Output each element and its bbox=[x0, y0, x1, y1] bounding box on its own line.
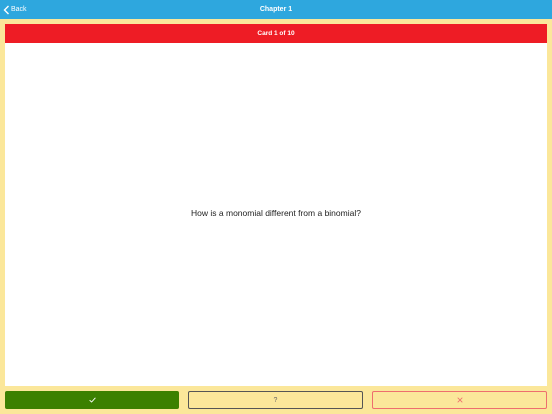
card-header: Card 1 of 10 bbox=[5, 24, 547, 43]
x-icon bbox=[456, 397, 463, 403]
nav-title: Chapter 1 bbox=[259, 6, 293, 13]
back-label: Back bbox=[11, 6, 27, 13]
unsure-label: ? bbox=[273, 396, 278, 404]
back-button[interactable]: Back bbox=[3, 0, 27, 19]
chevron-left-icon bbox=[3, 5, 9, 14]
wrong-button[interactable] bbox=[372, 391, 547, 409]
unsure-button[interactable]: ? bbox=[188, 391, 363, 409]
question-text: How is a monomial different from a binom… bbox=[191, 208, 361, 218]
nav-bar: Back Chapter 1 bbox=[0, 0, 552, 19]
correct-button[interactable] bbox=[5, 391, 179, 409]
flashcard[interactable]: Card 1 of 10 How is a monomial different… bbox=[5, 24, 547, 386]
card-progress: Card 1 of 10 bbox=[257, 30, 295, 37]
checkmark-icon bbox=[88, 397, 96, 403]
